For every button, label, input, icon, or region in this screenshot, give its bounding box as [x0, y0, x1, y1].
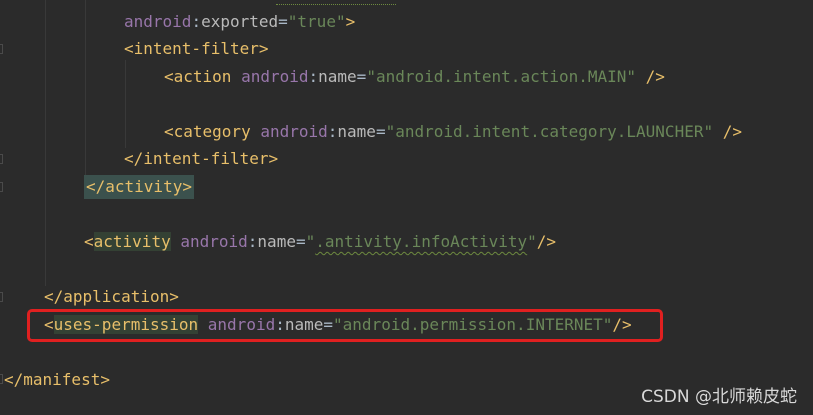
xml-tag-name: activity [93, 232, 171, 251]
code-line-manifest-close[interactable]: </manifest> [4, 368, 110, 392]
xml-equals: = [356, 67, 367, 86]
xml-attribute: exported [201, 12, 279, 31]
indent-guide [125, 60, 126, 148]
xml-tag-close: /> [713, 122, 742, 141]
xml-value: "android.intent.action.MAIN" [366, 67, 637, 86]
xml-tag: </activity> [86, 177, 192, 196]
xml-namespace: android [124, 12, 192, 31]
xml-colon: : [247, 232, 258, 251]
code-line-intent-filter-open[interactable]: <intent-filter> [124, 37, 269, 61]
xml-value: "true" [287, 12, 346, 31]
xml-equals: = [278, 12, 288, 31]
xml-colon: : [308, 67, 319, 86]
xml-tag: <category [164, 122, 261, 141]
highlight-annotation-box [27, 309, 663, 342]
xml-tag: </intent-filter> [124, 149, 279, 168]
xml-tag: </manifest> [4, 370, 110, 389]
xml-tag: <intent-filter> [124, 39, 269, 58]
code-line-intent-filter-close[interactable]: </intent-filter> [124, 147, 278, 171]
xml-tag-close: /> [536, 232, 557, 251]
fold-marker-icon[interactable] [0, 374, 3, 384]
xml-bracket: < [84, 232, 94, 251]
xml-tag: <action [164, 67, 242, 86]
fold-marker-icon[interactable] [0, 292, 3, 302]
code-editor[interactable]: android:exported="true"> <intent-filter>… [0, 0, 813, 415]
xml-equals: = [295, 232, 306, 251]
xml-space [171, 232, 181, 251]
indent-guide [85, 0, 86, 176]
xml-value: "android.intent.category.LAUNCHER" [385, 122, 714, 141]
xml-value-quote: " [305, 232, 316, 251]
code-line-activity[interactable]: <activity android:name=".antivity.infoAc… [84, 230, 556, 254]
warning-squiggle [276, 0, 396, 5]
code-line-category[interactable]: <category android:name="android.intent.c… [164, 120, 742, 144]
xml-value-quote: " [527, 232, 537, 251]
indent-guide [45, 0, 46, 286]
editor-gutter[interactable] [0, 0, 10, 415]
fold-marker-icon[interactable] [0, 154, 3, 164]
xml-attribute: name [318, 67, 357, 86]
code-line-exported[interactable]: android:exported="true"> [124, 10, 355, 34]
xml-tag-close: > [345, 12, 356, 31]
code-line-activity-close[interactable]: </activity> [84, 175, 194, 199]
xml-attribute: name [257, 232, 296, 251]
xml-attribute: name [337, 122, 376, 141]
code-line-application-close[interactable]: </application> [44, 285, 179, 309]
xml-tag-close: /> [636, 67, 665, 86]
xml-colon: : [327, 122, 338, 141]
xml-equals: = [375, 122, 386, 141]
fold-marker-icon[interactable] [0, 44, 3, 54]
xml-colon: : [191, 12, 202, 31]
code-line-action[interactable]: <action android:name="android.intent.act… [164, 65, 665, 89]
xml-namespace: android [260, 122, 328, 141]
xml-tag: </application> [44, 287, 179, 306]
watermark-text: CSDN @北师赖皮蛇 [641, 387, 797, 407]
xml-namespace: android [241, 67, 309, 86]
xml-namespace: android [180, 232, 248, 251]
xml-value: .antivity.infoActivity [315, 232, 528, 251]
fold-marker-icon[interactable] [0, 182, 3, 192]
